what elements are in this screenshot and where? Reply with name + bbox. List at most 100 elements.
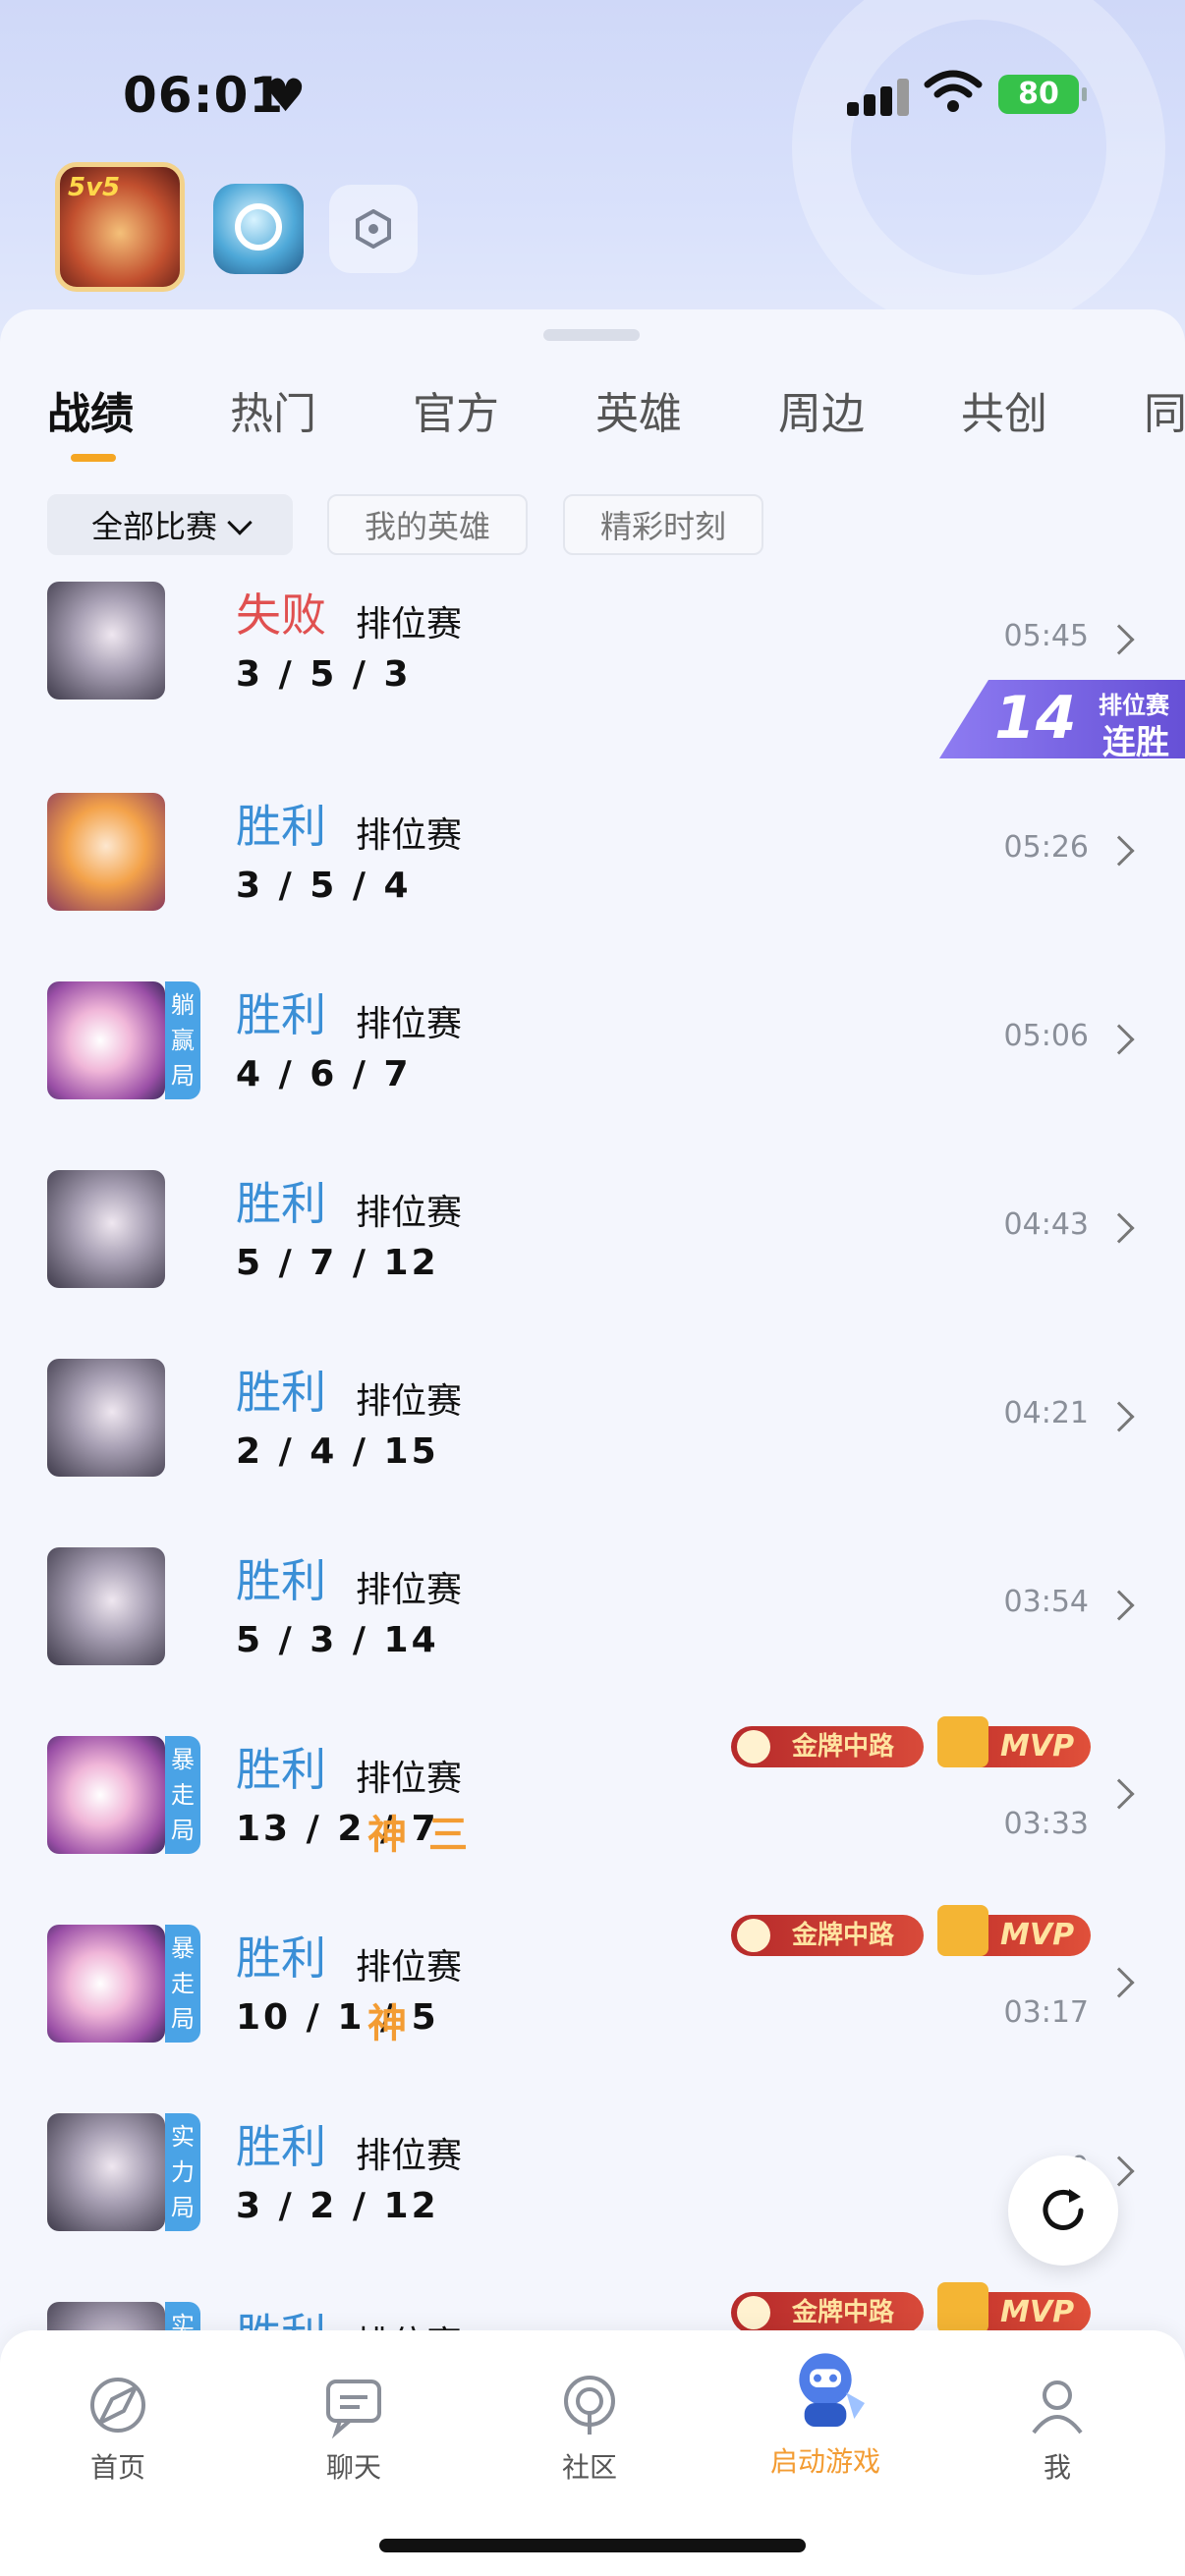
game-app-icon-second[interactable] [213, 184, 304, 274]
highlights-filter[interactable]: 精彩时刻 [563, 494, 763, 555]
robot-mascot-icon [799, 2353, 865, 2427]
add-game-hex-button[interactable] [329, 185, 418, 273]
match-result: 胜利 [236, 1743, 326, 1796]
chevron-right-icon [1103, 1778, 1135, 1810]
match-kda: 13 / 2 / 7 [236, 1809, 439, 1849]
match-row[interactable]: 暴走局 胜利 排位赛 10 / 1 / 5 神 金牌中路 MVP 03:17 [0, 1905, 1185, 2103]
nav-launch-game[interactable]: 启动游戏 [757, 2353, 894, 2480]
tab-records[interactable]: 战绩 [47, 378, 134, 441]
match-row[interactable]: 实力局 胜利 排位赛 3 / 2 / 12 0 [0, 2103, 1185, 2292]
match-time: 03:17 [1003, 1995, 1089, 2030]
match-tag: 躺赢局 [165, 981, 200, 1099]
background-swirl [792, 0, 1165, 334]
match-time: 05:26 [1003, 830, 1089, 865]
hexagon-icon [356, 209, 391, 249]
triple-kill-label: 三 [428, 1813, 468, 1858]
refresh-button[interactable] [1008, 2156, 1118, 2266]
match-time: 04:21 [1003, 1396, 1089, 1430]
sheet-drag-handle[interactable] [543, 329, 640, 341]
trophy-icon [937, 1716, 988, 1767]
chevron-down-icon [227, 510, 253, 535]
chevron-right-icon [1103, 1967, 1135, 1998]
match-mode: 排位赛 [356, 604, 463, 644]
match-mode: 排位赛 [356, 815, 463, 856]
mvp-badge: MVP [937, 1716, 1091, 1767]
match-time: 05:45 [1003, 619, 1089, 653]
chevron-right-icon [1103, 1590, 1135, 1621]
app-ring-icon [235, 203, 282, 251]
tab-heroes[interactable]: 英雄 [595, 378, 682, 441]
match-kda: 2 / 4 / 15 [236, 1431, 439, 1472]
hero-avatar [47, 1736, 165, 1854]
hero-avatar [47, 981, 165, 1099]
user-icon [1032, 2380, 1083, 2435]
match-tag: 暴走局 [165, 1925, 200, 2043]
match-result: 胜利 [236, 1554, 326, 1607]
match-result: 胜利 [236, 1177, 326, 1230]
refresh-icon [1043, 2189, 1084, 2230]
battery-indicator: 80 [998, 75, 1087, 114]
nav-community[interactable]: 社区 [521, 2370, 658, 2486]
nav-home[interactable]: 首页 [49, 2370, 187, 2486]
mvp-badge: MVP [937, 2282, 1091, 2333]
nav-home-label: 首页 [89, 2451, 145, 2484]
tab-hot[interactable]: 热门 [230, 378, 316, 441]
match-row[interactable]: 胜利 排位赛 3 / 5 / 4 05:26 [0, 783, 1185, 972]
match-kda: 3 / 5 / 4 [236, 866, 412, 906]
streak-label: 连胜 [1102, 723, 1169, 762]
nav-community-label: 社区 [561, 2451, 617, 2484]
heart-icon: ♥ [265, 69, 307, 122]
compass-icon [90, 2378, 145, 2433]
nav-chat-label: 聊天 [325, 2451, 381, 2484]
chat-icon [326, 2380, 381, 2439]
badge-label: 金牌中路 [792, 2298, 895, 2327]
nav-chat[interactable]: 聊天 [285, 2370, 423, 2486]
match-row[interactable]: 失败 排位赛 3 / 5 / 3 05:45 14 排位赛 连胜 [0, 572, 1185, 762]
match-kda: 5 / 7 / 12 [236, 1243, 439, 1283]
match-time: 03:33 [1003, 1807, 1089, 1841]
my-heroes-filter[interactable]: 我的英雄 [327, 494, 528, 555]
match-kda: 4 / 6 / 7 [236, 1054, 412, 1094]
match-mode: 排位赛 [356, 1004, 463, 1044]
mvp-label: MVP [1000, 1729, 1075, 1764]
match-mode: 排位赛 [356, 1759, 463, 1799]
match-kda: 10 / 1 / 5 [236, 1997, 439, 2038]
match-row[interactable]: 胜利 排位赛 2 / 4 / 15 04:21 [0, 1349, 1185, 1538]
match-time: 05:06 [1003, 1019, 1089, 1053]
category-tabs: 战绩 热门 官方 英雄 周边 共创 同 [0, 378, 1185, 457]
hero-avatar [47, 1547, 165, 1665]
nav-me-label: 我 [1043, 2451, 1071, 2484]
sword-icon [737, 1919, 770, 1952]
all-matches-dropdown[interactable]: 全部比赛 [47, 494, 293, 555]
wifi-icon [924, 70, 983, 112]
gold-mid-badge: 金牌中路 [731, 1915, 924, 1956]
home-indicator [379, 2539, 806, 2552]
cellular-signal-icon [847, 77, 910, 116]
match-mode: 排位赛 [356, 2136, 463, 2176]
tab-cocreate[interactable]: 共创 [961, 378, 1047, 441]
match-tag-label: 实力局 [171, 2123, 195, 2221]
match-row[interactable]: 胜利 排位赛 5 / 7 / 12 04:43 [0, 1160, 1185, 1349]
match-mode: 排位赛 [356, 1570, 463, 1610]
tab-more[interactable]: 同 [1144, 378, 1185, 441]
badge-label: 金牌中路 [792, 1732, 895, 1762]
hero-avatar [47, 2113, 165, 2231]
mvp-label: MVP [1000, 2295, 1075, 2329]
game-app-icon-honor-of-kings[interactable]: 5v5 [55, 162, 185, 292]
match-result: 胜利 [236, 988, 326, 1041]
filter-bar: 全部比赛 我的英雄 精彩时刻 [0, 494, 1185, 557]
match-mode: 排位赛 [356, 1381, 463, 1422]
tab-official[interactable]: 官方 [413, 378, 499, 441]
match-row[interactable]: 胜利 排位赛 5 / 3 / 14 03:54 [0, 1538, 1185, 1726]
match-time: 03:54 [1003, 1585, 1089, 1619]
match-row[interactable]: 暴走局 胜利 排位赛 13 / 2 / 7 神 三 金牌中路 MVP 03:33 [0, 1716, 1185, 1915]
tab-merch[interactable]: 周边 [778, 378, 865, 441]
chevron-right-icon [1103, 1212, 1135, 1244]
match-result: 胜利 [236, 800, 326, 853]
hero-avatar [47, 1925, 165, 2043]
nav-me[interactable]: 我 [988, 2370, 1126, 2486]
match-result: 胜利 [236, 2120, 326, 2173]
active-tab-indicator [71, 454, 116, 462]
hero-avatar [47, 582, 165, 700]
match-row[interactable]: 躺赢局 胜利 排位赛 4 / 6 / 7 05:06 [0, 972, 1185, 1160]
